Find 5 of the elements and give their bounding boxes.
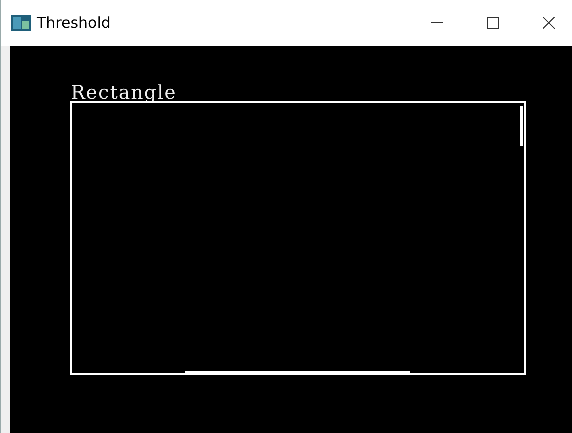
- shape-label: Rectangle: [71, 84, 177, 103]
- window-title: Threshold: [37, 14, 112, 32]
- maximize-icon: [487, 17, 499, 29]
- close-icon: [543, 17, 555, 29]
- app-icon: [11, 15, 31, 31]
